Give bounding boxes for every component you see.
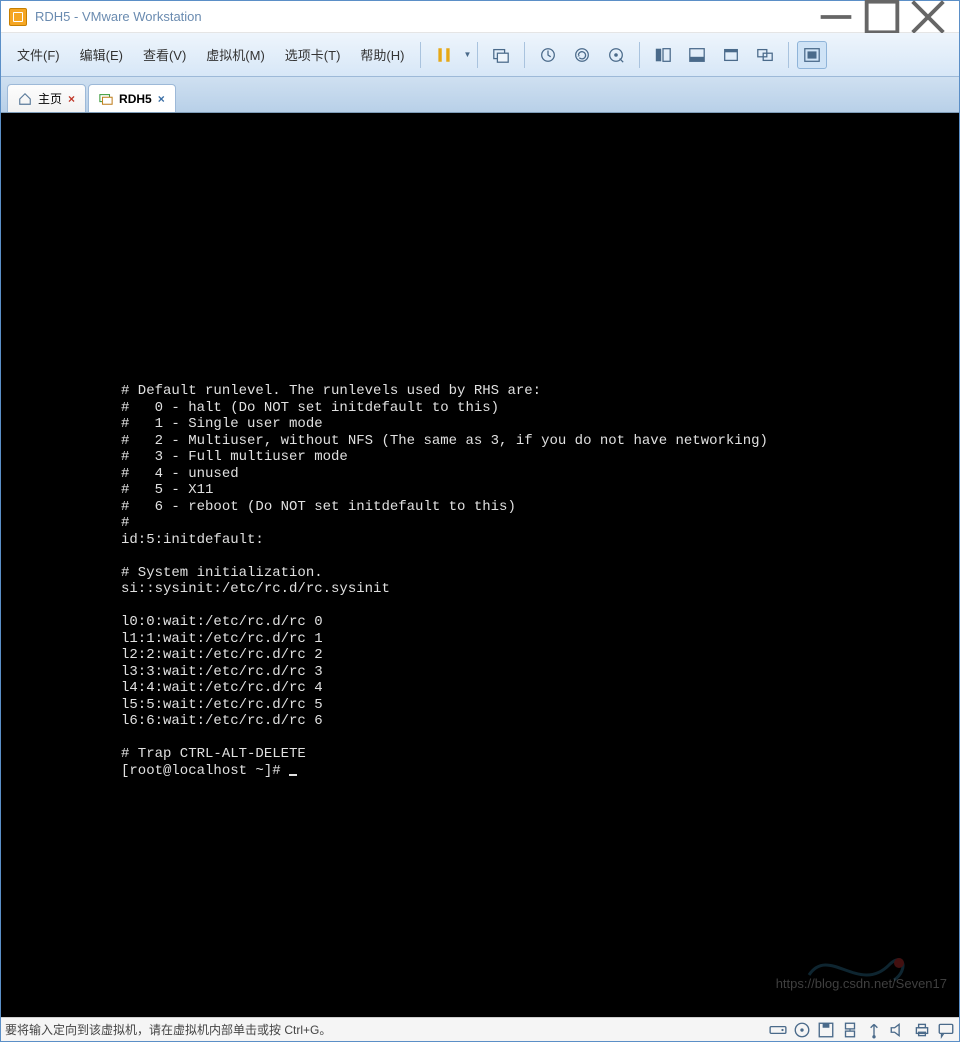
divider <box>524 42 525 68</box>
snapshot-revert-button[interactable] <box>567 41 597 69</box>
send-ctrl-alt-del-button[interactable] <box>486 41 516 69</box>
cd-icon[interactable] <box>793 1022 811 1038</box>
tab-rdh5-close[interactable]: × <box>158 92 165 106</box>
terminal-view[interactable]: # Default runlevel. The runlevels used b… <box>1 113 959 1017</box>
printer-icon[interactable] <box>913 1022 931 1038</box>
menu-tabs[interactable]: 选项卡(T) <box>275 41 351 68</box>
floppy-icon[interactable] <box>817 1022 835 1038</box>
message-icon[interactable] <box>937 1022 955 1038</box>
menu-file[interactable]: 文件(F) <box>7 41 70 68</box>
statusbar: 要将输入定向到该虚拟机，请在虚拟机内部单击或按 Ctrl+G。 <box>1 1017 959 1041</box>
divider <box>639 42 640 68</box>
statusbar-message: 要将输入定向到该虚拟机，请在虚拟机内部单击或按 Ctrl+G。 <box>5 1021 331 1038</box>
menu-vm[interactable]: 虚拟机(M) <box>196 41 275 68</box>
stretch-guest-button[interactable] <box>797 41 827 69</box>
menu-view[interactable]: 查看(V) <box>133 41 196 68</box>
minimize-button[interactable] <box>813 2 859 32</box>
vm-icon <box>99 92 113 106</box>
watermark-text: https://blog.csdn.net/Seven17 <box>776 976 947 991</box>
divider <box>477 42 478 68</box>
tab-home-close[interactable]: × <box>68 92 75 106</box>
hard-disk-icon[interactable] <box>769 1022 787 1038</box>
fullscreen-button[interactable] <box>716 41 746 69</box>
snapshot-take-button[interactable] <box>533 41 563 69</box>
titlebar: RDH5 - VMware Workstation <box>1 1 959 33</box>
network-icon[interactable] <box>841 1022 859 1038</box>
menubar: 文件(F) 编辑(E) 查看(V) 虚拟机(M) 选项卡(T) 帮助(H) ▼ <box>1 33 959 77</box>
sound-icon[interactable] <box>889 1022 907 1038</box>
menu-edit[interactable]: 编辑(E) <box>70 41 133 68</box>
app-icon <box>9 8 27 26</box>
terminal-content: # Default runlevel. The runlevels used b… <box>121 383 768 779</box>
snapshot-manager-button[interactable] <box>601 41 631 69</box>
thumbnail-view-button[interactable] <box>682 41 712 69</box>
usb-icon[interactable] <box>865 1022 883 1038</box>
divider <box>420 42 421 68</box>
window-title: RDH5 - VMware Workstation <box>35 9 202 24</box>
divider <box>788 42 789 68</box>
maximize-button[interactable] <box>859 2 905 32</box>
tab-rdh5[interactable]: RDH5 × <box>88 84 176 112</box>
window-controls <box>813 2 951 32</box>
home-icon <box>18 92 32 106</box>
pause-button[interactable] <box>429 41 459 69</box>
tab-home-label: 主页 <box>38 90 62 107</box>
tab-rdh5-label: RDH5 <box>119 92 152 106</box>
tabbar: 主页 × RDH5 × <box>1 77 959 113</box>
unity-button[interactable] <box>750 41 780 69</box>
menu-help[interactable]: 帮助(H) <box>350 41 414 68</box>
power-dropdown-icon[interactable]: ▼ <box>463 50 471 59</box>
tab-home[interactable]: 主页 × <box>7 84 86 112</box>
show-library-button[interactable] <box>648 41 678 69</box>
close-button[interactable] <box>905 2 951 32</box>
statusbar-device-icons <box>769 1022 955 1038</box>
